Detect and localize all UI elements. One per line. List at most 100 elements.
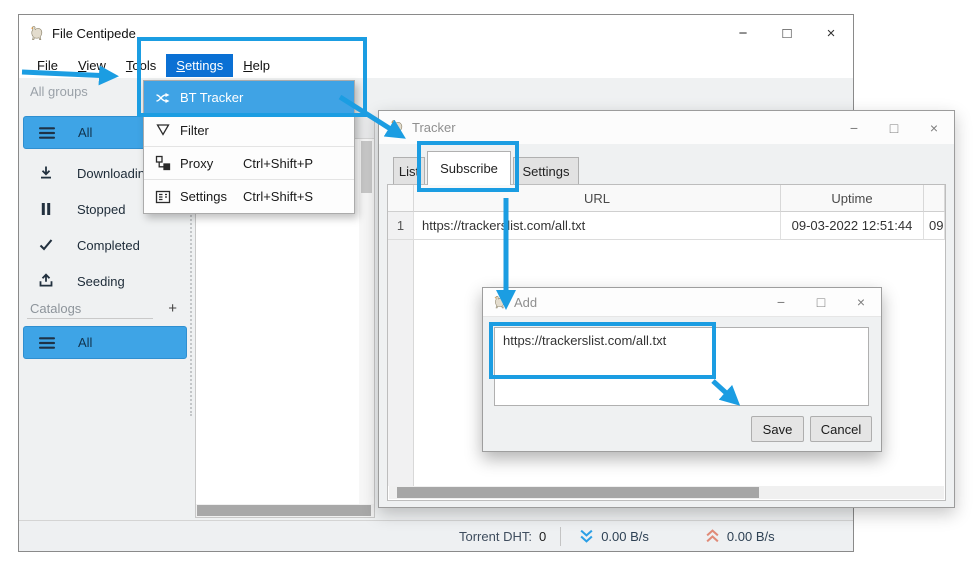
column-header-url[interactable]: URL xyxy=(414,185,781,212)
menu-item-label: Proxy xyxy=(180,156,243,171)
app-goose-icon xyxy=(388,119,405,136)
menu-item-settings[interactable]: Settings Ctrl+Shift+S xyxy=(144,180,354,213)
tracker-url-input[interactable]: https://trackerslist.com/all.txt xyxy=(494,327,869,406)
minimize-icon[interactable]: − xyxy=(761,288,801,316)
app-goose-icon xyxy=(492,295,507,310)
save-button[interactable]: Save xyxy=(751,416,804,442)
download-icon xyxy=(38,165,54,181)
tracker-window-controls: − □ × xyxy=(834,111,954,144)
table-cell-url[interactable]: https://trackerslist.com/all.txt xyxy=(414,212,781,240)
sidebar-item-seeding[interactable]: Seeding xyxy=(23,266,187,296)
check-icon xyxy=(38,237,54,253)
add-catalog-button[interactable]: + xyxy=(168,300,177,317)
table-row-index[interactable]: 1 xyxy=(388,212,414,240)
menu-item-proxy[interactable]: Proxy Ctrl+Shift+P xyxy=(144,147,354,180)
menu-item-shortcut: Ctrl+Shift+S xyxy=(243,189,313,204)
menu-item-filter[interactable]: Filter xyxy=(144,114,354,147)
menu-view[interactable]: View xyxy=(68,54,116,77)
column-header-uptime[interactable]: Uptime xyxy=(781,185,924,212)
status-bar: Torrent DHT: 0 0.00 B/s 0.00 B/s xyxy=(19,520,853,551)
close-icon[interactable]: × xyxy=(841,288,881,316)
menu-item-label: Filter xyxy=(180,123,243,138)
sidebar-item-completed[interactable]: Completed xyxy=(23,230,187,260)
sidebar-item-label: Stopped xyxy=(77,202,125,217)
main-titlebar: File Centipede − □ × xyxy=(19,15,853,52)
column-header-label: Uptime xyxy=(831,191,872,206)
dht-label: Torrent DHT: xyxy=(459,529,532,544)
shuffle-icon xyxy=(155,90,171,106)
tab-settings[interactable]: Settings xyxy=(513,157,579,185)
menu-help[interactable]: Help xyxy=(233,54,280,77)
close-icon[interactable]: × xyxy=(809,15,853,52)
horizontal-scrollbar[interactable] xyxy=(196,504,374,517)
double-chevron-down-icon xyxy=(579,529,594,544)
sidebar-item-label: Seeding xyxy=(77,274,125,289)
tab-list[interactable]: List xyxy=(393,157,425,185)
menu-file[interactable]: File xyxy=(27,54,68,77)
maximize-icon[interactable]: □ xyxy=(801,288,841,316)
menu-item-label: Settings xyxy=(180,189,243,204)
double-chevron-up-icon xyxy=(705,529,720,544)
clipped-value: 09-0 xyxy=(929,218,945,233)
tab-subscribe[interactable]: Subscribe xyxy=(427,151,511,185)
menu-settings[interactable]: Settings xyxy=(166,54,233,77)
settings-dropdown-menu: BT Tracker Filter Proxy Ctrl+Shift+P Set… xyxy=(143,80,355,214)
upload-speed: 0.00 B/s xyxy=(727,529,775,544)
menu-item-shortcut: Ctrl+Shift+P xyxy=(243,156,313,171)
filter-icon xyxy=(155,122,171,138)
sidebar-item-label: All xyxy=(78,335,92,350)
sidebar-catalog-all[interactable]: All xyxy=(23,326,187,359)
uptime-value: 09-03-2022 12:51:44 xyxy=(792,218,913,233)
main-window-title: File Centipede xyxy=(52,26,136,41)
sidebar-item-label: All xyxy=(78,125,92,140)
vertical-scrollbar-thumb[interactable] xyxy=(361,141,372,193)
main-window-controls: − □ × xyxy=(721,15,853,52)
catalogs-label: Catalogs xyxy=(30,301,81,316)
add-dialog-controls: − □ × xyxy=(761,288,881,316)
add-dialog: Add − □ × https://trackerslist.com/all.t… xyxy=(482,287,882,452)
status-separator xyxy=(560,527,561,546)
cancel-button[interactable]: Cancel xyxy=(810,416,872,442)
sidebar-item-label: Completed xyxy=(77,238,140,253)
column-header-label: URL xyxy=(584,191,610,206)
table-cell-uptime[interactable]: 09-03-2022 12:51:44 xyxy=(781,212,924,240)
minimize-icon[interactable]: − xyxy=(834,111,874,144)
catalogs-header: Catalogs + xyxy=(23,296,191,320)
pause-icon xyxy=(38,201,54,217)
column-header-clipped[interactable] xyxy=(924,185,945,212)
tracker-scrollbar-thumb[interactable] xyxy=(397,487,759,498)
menu-icon xyxy=(39,335,55,351)
menu-item-bt-tracker[interactable]: BT Tracker xyxy=(144,81,354,114)
proxy-icon xyxy=(155,155,171,171)
dht-value: 0 xyxy=(539,529,546,544)
table-cell-clipped[interactable]: 09-0 xyxy=(924,212,945,240)
catalogs-divider xyxy=(27,318,153,319)
menubar: File View Tools Settings Help xyxy=(19,52,853,78)
tracker-url: https://trackerslist.com/all.txt xyxy=(422,218,585,233)
minimize-icon[interactable]: − xyxy=(721,15,765,52)
add-dialog-title: Add xyxy=(514,295,537,310)
menu-tools[interactable]: Tools xyxy=(116,54,166,77)
tracker-window-title: Tracker xyxy=(412,120,456,135)
tab-label: Subscribe xyxy=(440,161,498,176)
close-icon[interactable]: × xyxy=(914,111,954,144)
column-header-index[interactable] xyxy=(388,185,414,212)
vertical-scrollbar[interactable] xyxy=(359,139,374,504)
tab-label: Settings xyxy=(523,164,570,179)
row-number: 1 xyxy=(397,218,404,233)
tracker-horizontal-scrollbar[interactable] xyxy=(389,486,944,499)
maximize-icon[interactable]: □ xyxy=(765,15,809,52)
download-speed: 0.00 B/s xyxy=(601,529,649,544)
upload-icon xyxy=(38,273,54,289)
groups-label: All groups xyxy=(30,84,88,99)
app-goose-icon xyxy=(28,25,45,42)
sidebar-item-label: Downloading xyxy=(77,166,152,181)
menu-item-label: BT Tracker xyxy=(180,90,243,105)
horizontal-scrollbar-thumb[interactable] xyxy=(197,505,371,516)
menu-icon xyxy=(39,125,55,141)
tab-label: List xyxy=(399,164,419,179)
add-titlebar: Add − □ × xyxy=(483,288,881,317)
settings-icon xyxy=(155,189,171,205)
tracker-titlebar: Tracker − □ × xyxy=(379,111,954,144)
maximize-icon[interactable]: □ xyxy=(874,111,914,144)
